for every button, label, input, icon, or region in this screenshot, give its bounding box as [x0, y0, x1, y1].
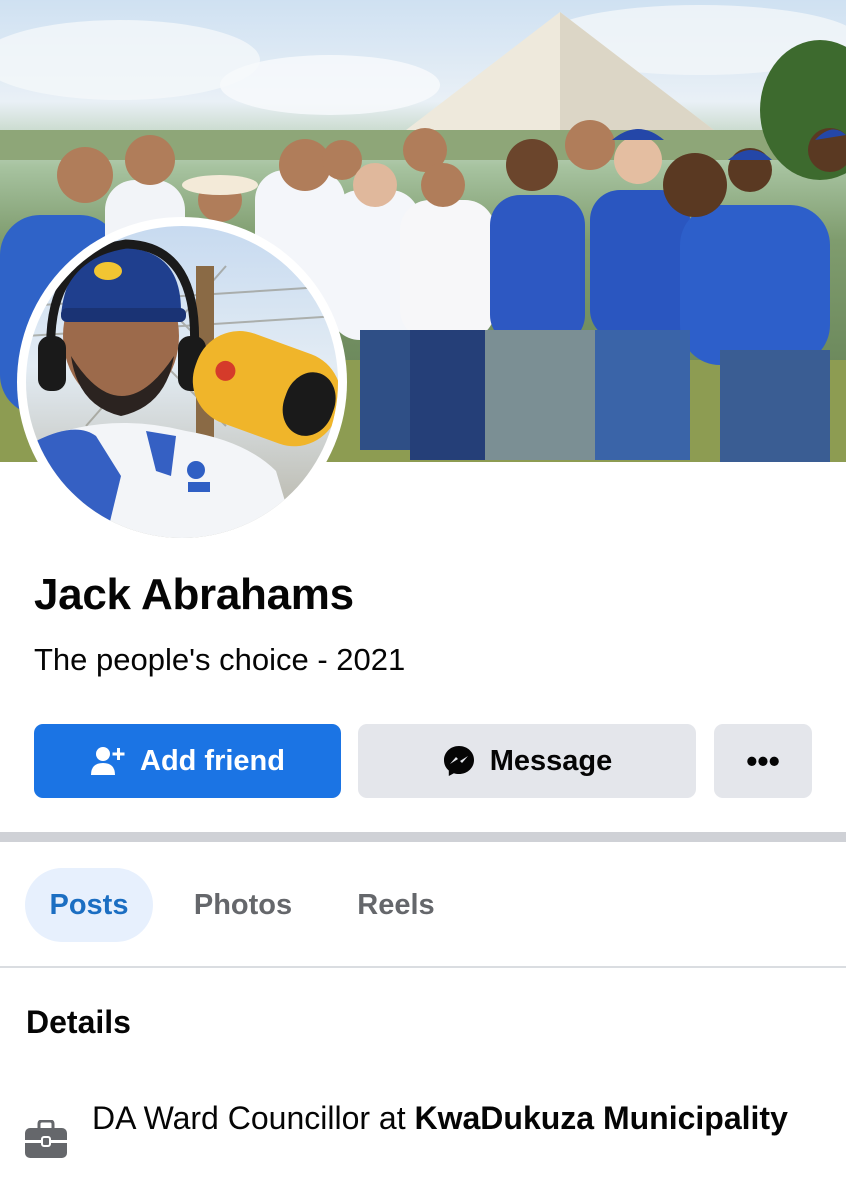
profile-picture-illustration: [26, 239, 338, 538]
briefcase-icon: [24, 1119, 68, 1165]
tab-posts[interactable]: Posts: [25, 868, 153, 942]
tabs-divider: [0, 966, 846, 968]
details-heading: Details: [26, 1004, 131, 1040]
work-role: DA Ward Councillor at: [92, 1100, 415, 1136]
more-dots-icon: •••: [746, 742, 780, 779]
person-plus-icon: [90, 745, 126, 777]
add-friend-button[interactable]: Add friend: [34, 724, 341, 798]
work-place-link[interactable]: KwaDukuza Municipality: [414, 1100, 787, 1136]
messenger-icon: [442, 744, 476, 778]
add-friend-label: Add friend: [140, 744, 285, 777]
profile-bio: The people's choice - 2021: [34, 642, 406, 677]
work-detail[interactable]: DA Ward Councillor at KwaDukuza Municipa…: [92, 1098, 792, 1138]
message-label: Message: [489, 744, 613, 777]
tab-photos[interactable]: Photos: [176, 868, 310, 942]
tab-reels[interactable]: Reels: [340, 868, 452, 942]
more-options-button[interactable]: •••: [714, 724, 812, 798]
section-divider: [0, 832, 846, 842]
profile-name: Jack Abrahams: [34, 570, 354, 619]
message-button[interactable]: Message: [358, 724, 696, 798]
profile-picture[interactable]: [26, 226, 338, 538]
